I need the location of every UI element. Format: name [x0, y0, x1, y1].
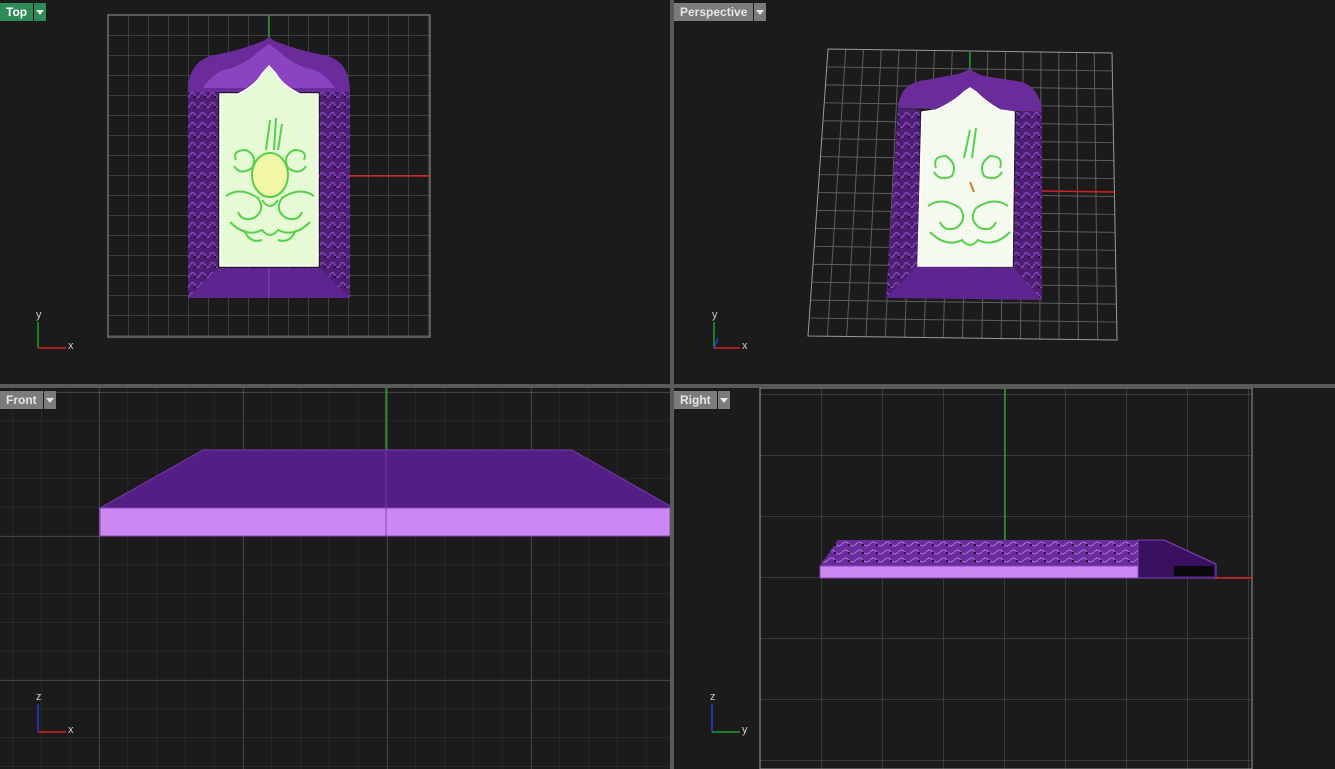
viewport-front[interactable]: Front z x [0, 388, 670, 769]
viewport-right[interactable]: Right z y [674, 388, 1335, 769]
gizmo-h-label: x [742, 340, 748, 352]
viewport-title-top[interactable]: Top [0, 3, 34, 21]
viewport-tab-top[interactable]: Top [0, 3, 47, 21]
window-frame-model[interactable] [188, 36, 350, 298]
gizmo-h-label: x [68, 340, 74, 352]
gizmo-h-label: x [68, 724, 74, 736]
right-view-scene[interactable]: z y [674, 388, 1335, 769]
construction-grid [0, 388, 670, 769]
window-frame-model[interactable] [886, 68, 1042, 300]
viewport-tab-perspective[interactable]: Perspective [674, 3, 767, 21]
perspective-view-scene[interactable]: y x [674, 0, 1335, 384]
front-view-scene[interactable]: z x [0, 388, 670, 769]
gizmo-v-label: y [712, 309, 718, 321]
viewport-tab-front[interactable]: Front [0, 391, 56, 409]
viewport-perspective[interactable]: Perspective y x [674, 0, 1335, 384]
axis-gizmo: y x [712, 309, 748, 352]
viewport-top[interactable]: Top y x [0, 0, 670, 384]
viewport-menu-dropdown-icon[interactable] [717, 391, 730, 409]
viewport-menu-dropdown-icon[interactable] [43, 391, 56, 409]
viewport-title-front[interactable]: Front [0, 391, 43, 409]
viewport-title-right[interactable]: Right [674, 391, 717, 409]
frame-side-model[interactable] [819, 539, 1217, 579]
axis-gizmo: z y [710, 691, 748, 736]
viewport-menu-dropdown-icon[interactable] [34, 3, 47, 21]
top-view-scene[interactable]: y x [0, 0, 670, 384]
gizmo-v-label: z [710, 691, 716, 703]
gizmo-v-label: z [36, 691, 42, 703]
gizmo-h-label: y [742, 724, 748, 736]
viewport-tab-right[interactable]: Right [674, 391, 730, 409]
viewport-title-perspective[interactable]: Perspective [674, 3, 754, 21]
viewport-menu-dropdown-icon[interactable] [754, 3, 767, 21]
axis-gizmo: y x [36, 309, 74, 352]
frame-profile-model[interactable] [98, 449, 670, 537]
gizmo-v-label: y [36, 309, 42, 321]
